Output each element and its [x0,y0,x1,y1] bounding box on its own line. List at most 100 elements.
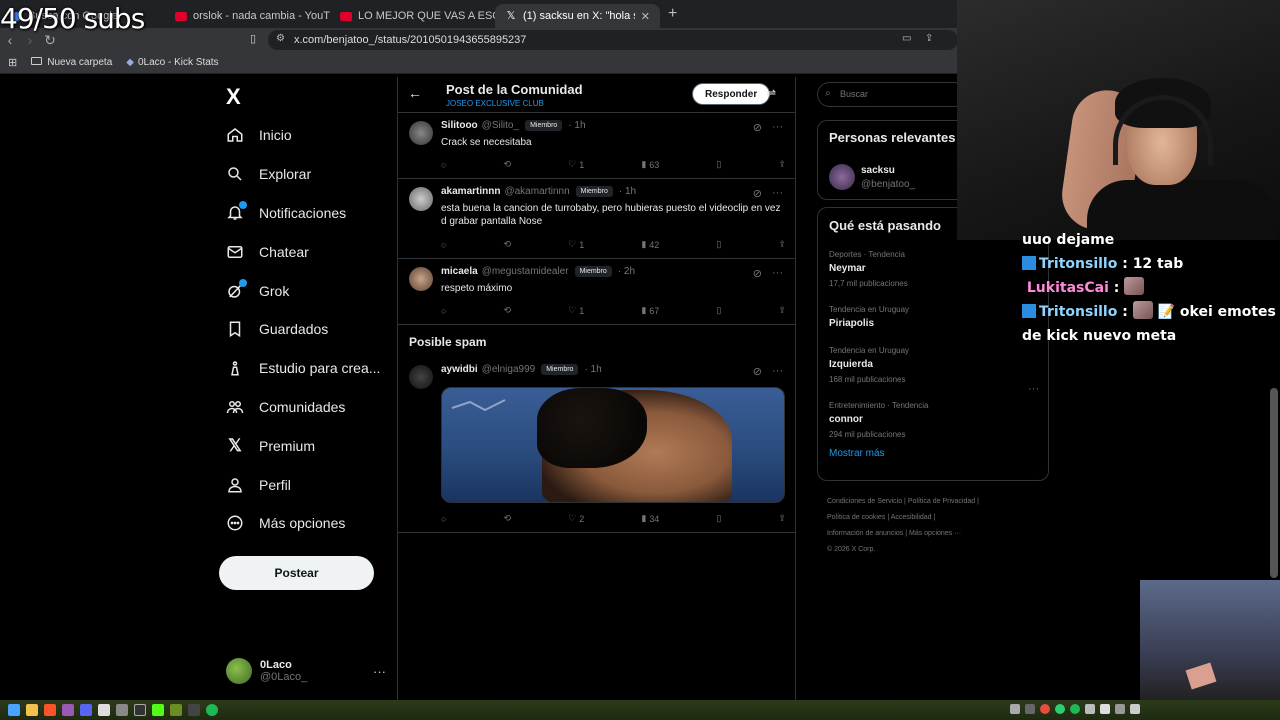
url-field[interactable]: x.com/benjatoo_/status/20105019436558952… [268,30,958,50]
grok-icon[interactable]: ⊘ [753,267,762,280]
retweet-icon[interactable]: ⟲ [504,159,512,170]
relevant-user-handle[interactable]: @benjatoo_ [861,179,915,190]
bookmark-folder[interactable]: Nueva carpeta [31,57,112,68]
tweet-author-handle[interactable]: @elniga999 [482,364,536,375]
avatar[interactable] [409,121,433,145]
show-more-link[interactable]: Mostrar más [829,448,885,459]
brave-icon[interactable] [44,704,56,716]
sidebar-item-estudio[interactable]: Estudio para crea... [225,349,380,388]
footer-link[interactable]: Política de cookies [827,514,885,521]
bookmark-icon[interactable]: ▯ [716,159,721,170]
tray-icon[interactable] [1115,704,1125,714]
kick-icon[interactable] [152,704,164,716]
views-button[interactable]: ▮ 67 [641,305,659,316]
bookmark-icon[interactable]: ▯ [716,305,721,316]
close-tab-icon[interactable]: ✕ [641,10,650,23]
new-tab-button[interactable]: + [660,5,685,23]
app-icon[interactable] [98,704,110,716]
ellipsis-icon[interactable]: ··· [772,121,783,134]
filter-icon[interactable]: ⇌ [766,86,776,100]
grok-icon[interactable]: ⊘ [753,121,762,134]
sidebar-item-chatear[interactable]: Chatear [225,232,380,271]
reply-tweet[interactable]: Silitooo @Silito_ Miembro · 1h ⊘ ··· Crac… [398,113,795,179]
search-input[interactable]: Buscar [817,82,967,107]
sidebar-item-comunidades[interactable]: Comunidades [225,388,380,427]
retweet-icon[interactable]: ⟲ [504,513,512,524]
discord-icon[interactable] [80,704,92,716]
back-arrow-icon[interactable]: ← [408,85,422,101]
avatar[interactable] [409,187,433,211]
tray-icon[interactable] [1055,704,1065,714]
reply-icon[interactable]: ○ [441,305,446,316]
reply-button[interactable]: Responder [692,83,771,105]
ellipsis-icon[interactable]: ··· [772,267,783,280]
sidebar-item-inicio[interactable]: Inicio [225,116,380,155]
footer-link[interactable]: Información de anuncios [827,530,903,537]
ellipsis-icon[interactable]: ··· [373,664,386,679]
footer-link[interactable]: Más opciones ··· [909,530,961,537]
ellipsis-icon[interactable]: ··· [1028,383,1039,395]
like-button[interactable]: ♡ 1 [568,239,584,250]
tray-icon[interactable] [1085,704,1095,714]
sidebar-item-guardados[interactable]: Guardados [225,310,380,349]
tray-icon[interactable] [1010,704,1020,714]
trend-item[interactable]: Entretenimiento · Tendencia connor 294 m… [829,401,928,439]
tray-icon[interactable] [1130,704,1140,714]
tweet-author-name[interactable]: akamartinnn [441,186,500,197]
tweet-author-name[interactable]: Silitooo [441,120,478,131]
footer-link[interactable]: Política de Privacidad [908,498,975,505]
site-settings-icon[interactable]: ⚙ [276,33,285,44]
views-button[interactable]: ▮ 63 [641,159,659,170]
start-icon[interactable] [8,704,20,716]
community-name[interactable]: JOSEO EXCLUSIVE CLUB [446,99,544,108]
tweet-author-name[interactable]: micaela [441,266,478,277]
like-button[interactable]: ♡ 2 [568,513,584,524]
tweet-time[interactable]: · 1h [568,120,585,131]
tray-icon[interactable] [1040,704,1050,714]
retweet-icon[interactable]: ⟲ [504,239,512,250]
trend-item[interactable]: Tendencia en Uruguay Piriapolis [829,305,909,329]
sidebar-item-notificaciones[interactable]: Notificaciones [225,194,380,233]
minecraft-icon[interactable] [170,704,182,716]
sidebar-item-perfil[interactable]: Perfil [225,465,380,504]
views-button[interactable]: ▮ 34 [641,513,659,524]
relevant-user-name[interactable]: sacksu [861,165,895,176]
page-scrollbar[interactable] [1270,388,1278,578]
tray-icon[interactable] [1100,704,1110,714]
like-button[interactable]: ♡ 1 [568,305,584,316]
settings-icon[interactable] [116,704,128,716]
browser-tab[interactable]: orslok - nada cambia - YouTube [165,4,330,28]
sidebar-item-explorar[interactable]: Explorar [225,155,380,194]
tweet-time[interactable]: · 2h [618,266,635,277]
reply-icon[interactable]: ○ [441,513,446,524]
account-switcher[interactable]: 0Laco @0Laco_ ··· [226,655,386,687]
bookmark-icon[interactable]: ▯ [716,239,721,250]
ellipsis-icon[interactable]: ··· [772,365,783,378]
avatar[interactable] [409,267,433,291]
install-icon[interactable]: ▭ [902,33,911,44]
like-button[interactable]: ♡ 1 [568,159,584,170]
app-icon[interactable] [62,704,74,716]
tweet-author-handle[interactable]: @megustamidealer [482,266,569,277]
share-icon[interactable]: ⇪ [778,239,786,250]
reply-tweet[interactable]: akamartinnn @akamartinnn Miembro · 1h ⊘ ·… [398,179,795,259]
share-icon[interactable]: ⇪ [925,33,933,44]
share-icon[interactable]: ⇪ [778,159,786,170]
tray-icon[interactable] [1025,704,1035,714]
grok-icon[interactable]: ⊘ [753,187,762,200]
bookmark-star-icon[interactable]: ▯ [250,32,256,45]
x-logo[interactable]: X [226,84,241,110]
retweet-icon[interactable]: ⟲ [504,305,512,316]
tweet-time[interactable]: · 1h [619,186,636,197]
browser-tab-active[interactable]: 𝕏(1) sacksu en X: "hola subi un tu✕ [495,4,660,28]
avatar[interactable] [829,164,855,190]
trend-item[interactable]: Deportes · Tendencia Neymar 17,7 mil pub… [829,250,908,288]
folder-icon[interactable] [26,704,38,716]
reply-tweet[interactable]: micaela @megustamidealer Miembro · 2h ⊘ ·… [398,259,795,325]
share-icon[interactable]: ⇪ [778,513,786,524]
apps-icon[interactable]: ⊞ [8,56,17,69]
app-icon[interactable] [188,704,200,716]
grok-icon[interactable]: ⊘ [753,365,762,378]
reply-icon[interactable]: ○ [441,159,446,170]
obs-icon[interactable] [134,704,146,716]
